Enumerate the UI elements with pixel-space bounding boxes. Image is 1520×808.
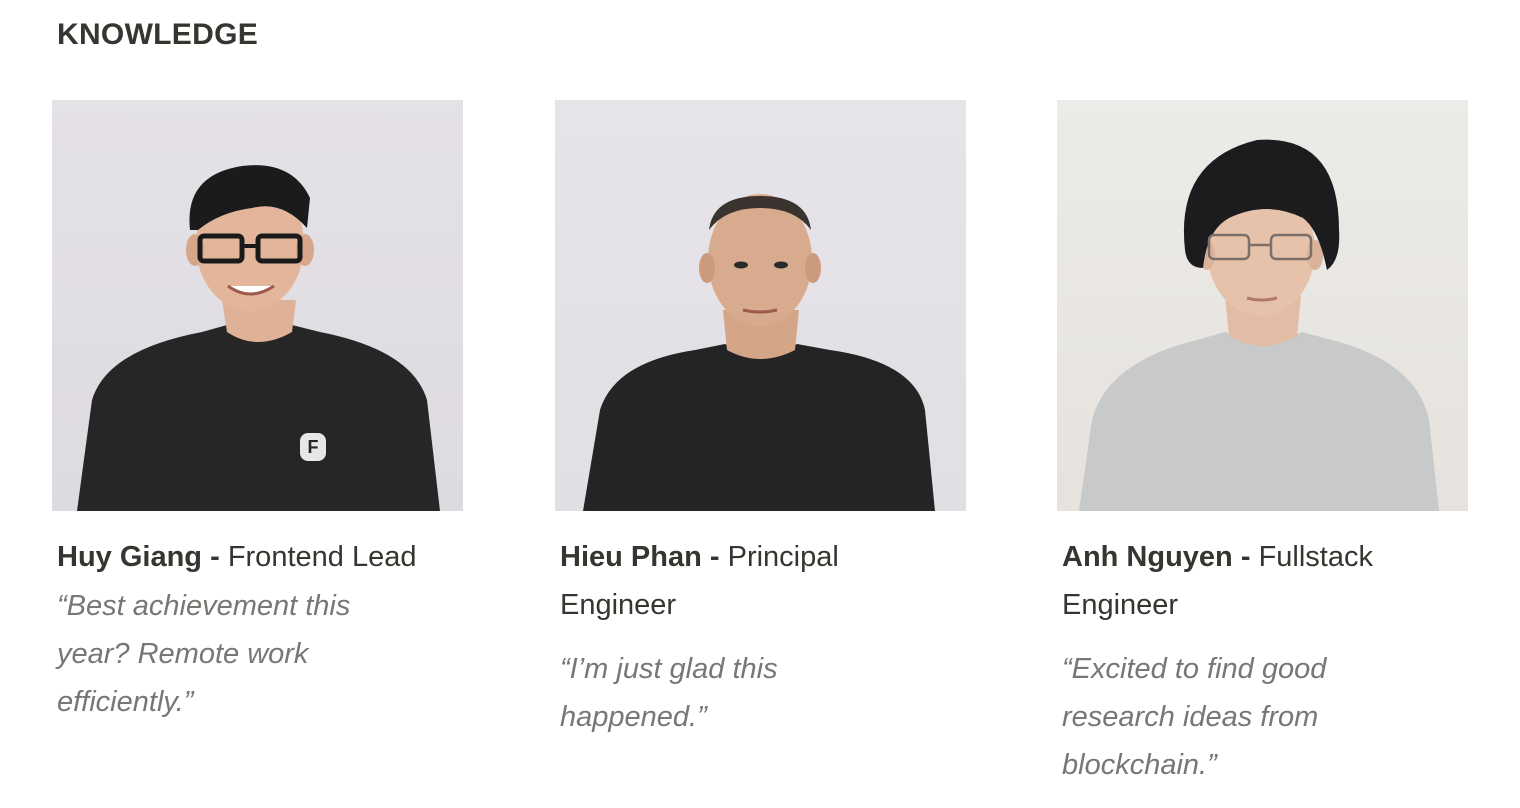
team-member-name: Huy Giang bbox=[57, 541, 203, 573]
team-member-card: Anh Nguyen - Fullstack Engineer “Excited… bbox=[1057, 100, 1468, 789]
team-member-quote: “I’m just glad this happened.” bbox=[560, 653, 778, 733]
team-member-name: Anh Nguyen bbox=[1062, 541, 1233, 573]
svg-text:F: F bbox=[308, 437, 319, 457]
name-role-separator: - bbox=[709, 541, 720, 573]
section-heading: KNOWLEDGE bbox=[57, 18, 259, 51]
team-member-name-line: Hieu Phan - Principal Engineer bbox=[560, 533, 960, 629]
team-member-caption: Hieu Phan - Principal Engineer “I’m just… bbox=[560, 533, 960, 741]
team-member-card: F Huy Giang - Frontend Lead “Best achiev… bbox=[52, 100, 463, 726]
team-member-name-line: Huy Giang - Frontend Lead bbox=[57, 533, 457, 581]
name-role-separator: - bbox=[1240, 541, 1251, 573]
team-member-card: Hieu Phan - Principal Engineer “I’m just… bbox=[555, 100, 966, 741]
team-member-name-line: Anh Nguyen - Fullstack Engineer bbox=[1062, 533, 1462, 629]
name-role-separator: - bbox=[210, 541, 220, 573]
shirt-logo-icon: F bbox=[300, 433, 326, 461]
team-member-caption: Huy Giang - Frontend Lead “Best achievem… bbox=[57, 533, 457, 726]
team-member-name: Hieu Phan bbox=[560, 541, 702, 573]
team-member-caption: Anh Nguyen - Fullstack Engineer “Excited… bbox=[1062, 533, 1462, 789]
team-member-quote: “Excited to find good research ideas fro… bbox=[1062, 653, 1327, 781]
team-member-photo[interactable] bbox=[555, 100, 966, 511]
team-member-quote: “Best achievement this year? Remote work… bbox=[57, 590, 351, 718]
team-member-photo[interactable]: F bbox=[52, 100, 463, 511]
team-member-photo[interactable] bbox=[1057, 100, 1468, 511]
team-member-role: Frontend Lead bbox=[227, 541, 417, 573]
